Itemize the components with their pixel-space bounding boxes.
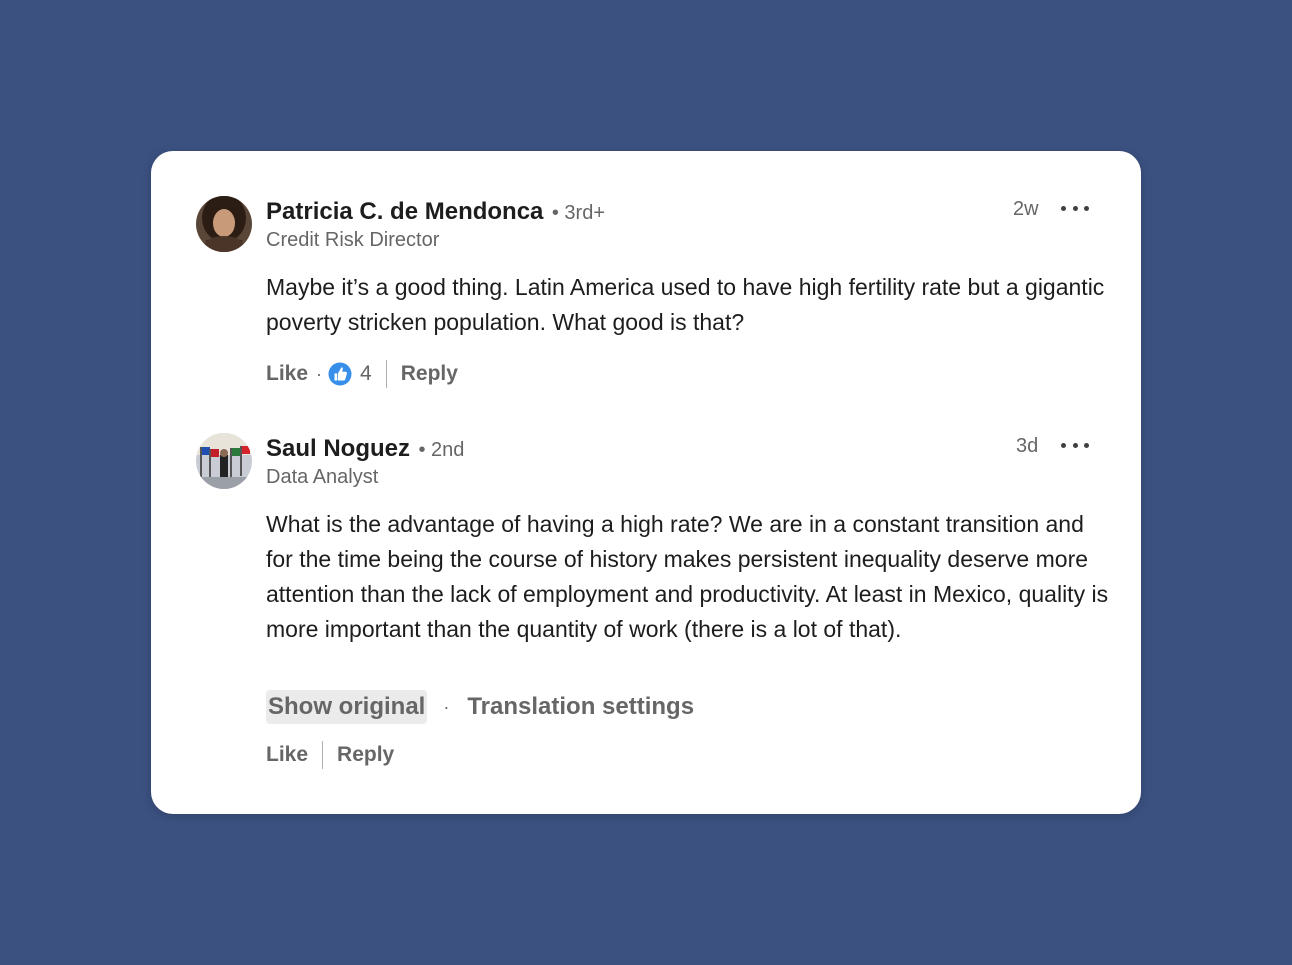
connection-degree: • 2nd (418, 439, 465, 461)
like-button[interactable]: Like (266, 743, 308, 767)
separator-dot: · (443, 696, 450, 717)
thumbs-up-icon[interactable] (328, 362, 352, 386)
show-original-button[interactable]: Show original (266, 690, 428, 724)
timestamp: 2w (1013, 198, 1039, 220)
reply-button[interactable]: Reply (401, 362, 458, 386)
comments-card: Patricia C. de Mendonca • 3rd+ Credit Ri… (151, 151, 1141, 814)
reaction-count[interactable]: 4 (360, 362, 372, 386)
connection-degree: • 3rd+ (551, 202, 606, 224)
author-name[interactable]: Patricia C. de Mendonca (266, 198, 543, 225)
author-line: Saul Noguez • 2nd (266, 435, 464, 466)
timestamp: 3d (1016, 435, 1039, 457)
ellipsis-icon[interactable] (1061, 432, 1089, 458)
author-line: Patricia C. de Mendonca • 3rd+ (266, 198, 605, 229)
translation-settings-link[interactable]: Translation settings (467, 693, 694, 721)
author-headline: Data Analyst (266, 466, 379, 488)
ellipsis-icon[interactable] (1061, 195, 1089, 221)
author-name[interactable]: Saul Noguez (266, 435, 410, 462)
avatar[interactable] (196, 433, 252, 489)
comment-actions: Like Reply (266, 740, 394, 770)
comment-actions: Like · 4 Reply (266, 359, 458, 389)
divider (322, 741, 324, 769)
separator-dot: · (316, 363, 323, 384)
translation-row: Show original · Translation settings (266, 688, 694, 726)
divider (385, 360, 387, 388)
avatar[interactable] (196, 196, 252, 252)
reply-button[interactable]: Reply (337, 743, 394, 767)
like-button[interactable]: Like (266, 362, 308, 386)
comment-text: Maybe it’s a good thing. Latin America u… (266, 274, 1105, 335)
author-headline: Credit Risk Director (266, 229, 440, 251)
comment-text: What is the advantage of having a high r… (266, 511, 1109, 642)
